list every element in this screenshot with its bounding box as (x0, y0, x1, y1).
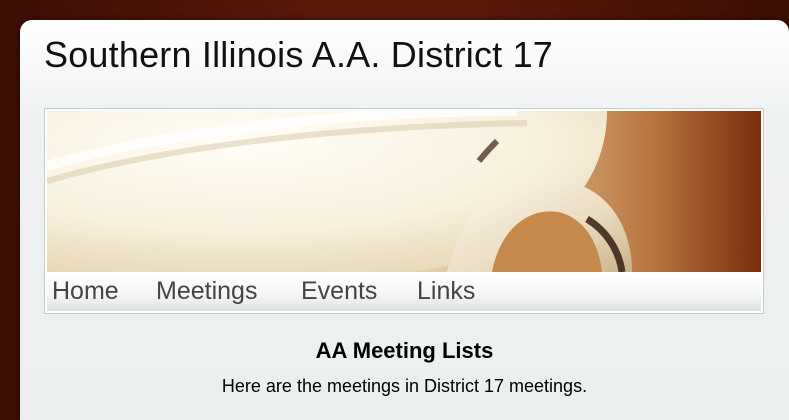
nav-events-link[interactable]: Events (301, 277, 377, 306)
nav-meetings-link[interactable]: Meetings (156, 277, 257, 306)
page-container: Southern Illinois A.A. District 17 Home … (20, 20, 789, 420)
content-heading: AA Meeting Lists (315, 338, 494, 363)
main-nav: Home Meetings Events Links (47, 272, 761, 311)
nav-links-link[interactable]: Links (417, 277, 475, 306)
site-title: Southern Illinois A.A. District 17 (44, 34, 554, 75)
nav-home-link[interactable]: Home (52, 277, 119, 306)
banner-image (47, 111, 761, 272)
header-box: Home Meetings Events Links (44, 108, 764, 314)
content-intro: Here are the meetings in District 17 mee… (221, 376, 588, 396)
